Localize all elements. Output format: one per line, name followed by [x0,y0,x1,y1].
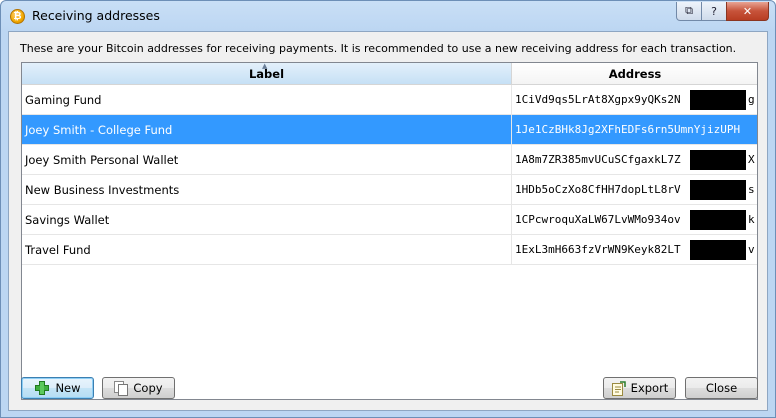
new-address-button[interactable]: New [21,377,94,399]
help-icon[interactable]: ? [701,2,727,21]
address-tail: s [748,183,755,196]
export-icon [611,380,626,396]
address-text: 1Je1CzBHk8Jg2XFhEDFs6rn5UmnYjizUPH [515,123,741,136]
address-tail: g [748,93,755,106]
sort-ascending-icon: ▲ [262,62,268,70]
copy-address-button[interactable]: Copy [102,377,175,399]
table-rows: Gaming Fund 1CiVd9qs5LrAt8Xgpx9yQKs2N g … [22,85,757,265]
row-address: 1A8m7ZR385mvUCuSCfgaxkL7Z X [512,145,757,174]
copy-button-label: Copy [133,381,163,395]
table-row[interactable]: New Business Investments 1HDb5oCzXo8CfHH… [22,175,757,205]
table-row[interactable]: Joey Smith Personal Wallet 1A8m7ZR385mvU… [22,145,757,175]
redaction-bar [690,90,746,110]
row-label: Savings Wallet [22,205,512,234]
dialog-body: These are your Bitcoin addresses for rec… [8,31,768,411]
window-title: Receiving addresses [32,8,160,23]
address-tail: v [748,243,755,256]
row-address: 1ExL3mH663fzVrWN9Keyk82LT v [512,235,757,264]
row-address: 1CPcwroquXaLW67LvWMo934ov k [512,205,757,234]
address-tail: k [748,213,755,226]
table-row-selected[interactable]: Joey Smith - College Fund 1Je1CzBHk8Jg2X… [22,115,757,145]
table-row[interactable]: Gaming Fund 1CiVd9qs5LrAt8Xgpx9yQKs2N g [22,85,757,115]
address-text: 1CiVd9qs5LrAt8Xgpx9yQKs2N [515,93,681,106]
row-label: Gaming Fund [22,85,512,114]
address-tail: X [748,153,755,166]
column-header-label[interactable]: ▲ Label [22,63,512,85]
restore-icon[interactable]: ⧉ [676,2,702,21]
table-header: ▲ Label Address [22,63,757,85]
close-button-label: Close [705,381,738,395]
redaction-bar [690,210,746,230]
description-text: These are your Bitcoin addresses for rec… [20,42,737,55]
title-bar[interactable]: ₿ Receiving addresses ⧉ ? ✕ [1,1,775,31]
address-text: 1CPcwroquXaLW67LvWMo934ov [515,213,681,226]
row-address: 1CiVd9qs5LrAt8Xgpx9yQKs2N g [512,85,757,114]
redaction-bar [690,240,746,260]
table-row[interactable]: Savings Wallet 1CPcwroquXaLW67LvWMo934ov… [22,205,757,235]
address-text: 1A8m7ZR385mvUCuSCfgaxkL7Z [515,153,681,166]
row-label: Joey Smith Personal Wallet [22,145,512,174]
row-label: New Business Investments [22,175,512,204]
new-button-label: New [55,381,81,395]
close-button[interactable]: Close [685,377,758,399]
export-button[interactable]: Export [603,377,676,399]
copy-icon [114,380,129,396]
export-button-label: Export [630,381,669,395]
column-header-address-text: Address [608,66,662,81]
row-label: Joey Smith - College Fund [22,115,512,144]
close-window-icon[interactable]: ✕ [726,2,769,21]
redaction-bar [690,150,746,170]
table-row[interactable]: Travel Fund 1ExL3mH663fzVrWN9Keyk82LT v [22,235,757,265]
column-header-address[interactable]: Address [512,63,757,85]
plus-icon [34,381,50,395]
row-address: 1Je1CzBHk8Jg2XFhEDFs6rn5UmnYjizUPH [512,115,757,144]
row-address: 1HDb5oCzXo8CfHH7dopLtL8rV s [512,175,757,204]
caption-buttons: ⧉ ? ✕ [676,2,769,21]
address-table[interactable]: ▲ Label Address Gaming Fund 1CiVd9qs5LrA… [21,62,758,400]
bitcoin-icon: ₿ [10,9,25,24]
receiving-addresses-window: ₿ Receiving addresses ⧉ ? ✕ These are yo… [0,0,776,418]
row-label: Travel Fund [22,235,512,264]
address-text: 1HDb5oCzXo8CfHH7dopLtL8rV [515,183,681,196]
address-text: 1ExL3mH663fzVrWN9Keyk82LT [515,243,681,256]
redaction-bar [690,180,746,200]
